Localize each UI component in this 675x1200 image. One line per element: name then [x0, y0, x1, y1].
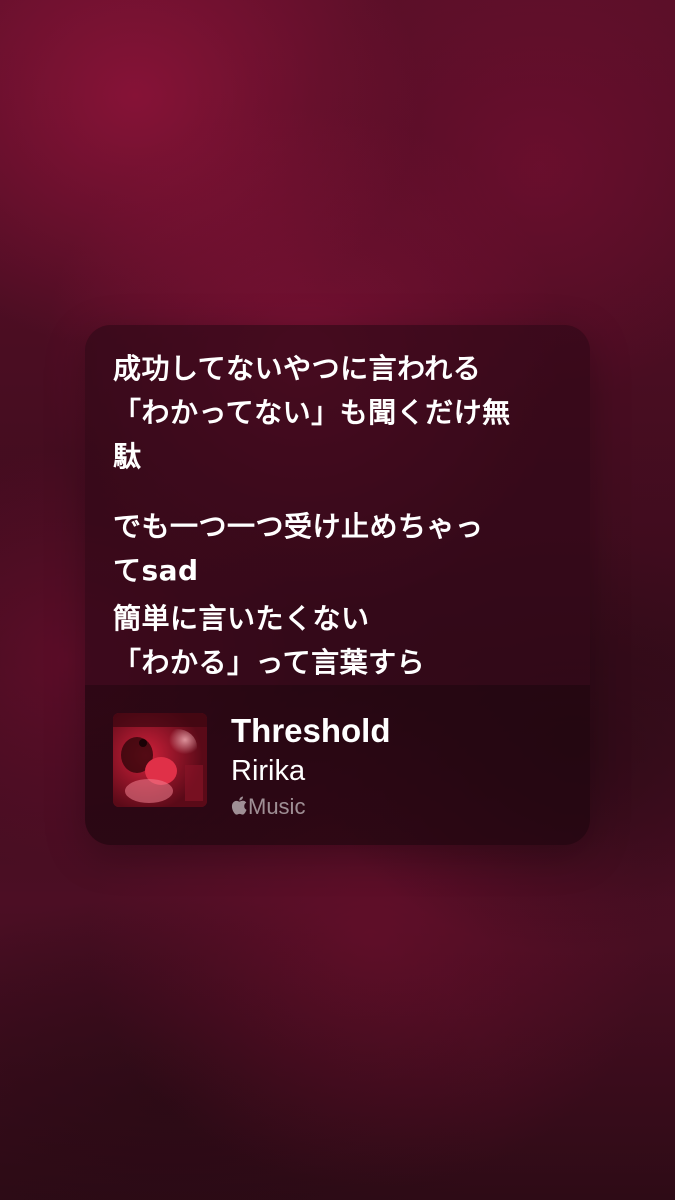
lyric-line: でも一つ一つ受け止めちゃっ: [113, 510, 484, 543]
apple-music-badge[interactable]: Music: [231, 793, 305, 821]
album-artwork-image: [113, 713, 207, 807]
lyrics-share-card[interactable]: 成功してないやつに言われる 「わかってない」も聞くだけ無 駄 でも一つ一つ受け止…: [85, 325, 590, 845]
lyric-block: でも一つ一つ受け止めちゃっ てsad: [113, 505, 573, 593]
apple-logo-icon: [231, 796, 247, 815]
lyric-line: 成功してないやつに言われる: [113, 352, 482, 385]
lyric-block: 簡単に言いたくない 「わかる」って言葉すら: [113, 597, 573, 685]
share-screen: { "lyrics": { "blocks": [ { "lines": ["成…: [0, 0, 675, 1200]
service-label: Music: [248, 794, 306, 819]
track-artist[interactable]: Ririka: [231, 753, 305, 789]
lyrics-section: 成功してないやつに言われる 「わかってない」も聞くだけ無 駄 でも一つ一つ受け止…: [85, 325, 590, 685]
lyric-line: 「わかる」って言葉すら: [113, 646, 426, 679]
album-artwork[interactable]: [113, 713, 207, 807]
lyric-line: 簡単に言いたくない: [113, 602, 370, 635]
track-title[interactable]: Threshold: [231, 711, 391, 751]
lyric-line: 駄: [113, 440, 142, 473]
lyric-line: 「わかってない」も聞くだけ無: [113, 396, 511, 429]
lyric-line: てsad: [113, 554, 199, 587]
track-info[interactable]: Threshold Ririka Music: [85, 685, 590, 845]
lyric-block: 成功してないやつに言われる 「わかってない」も聞くだけ無 駄: [113, 347, 573, 479]
